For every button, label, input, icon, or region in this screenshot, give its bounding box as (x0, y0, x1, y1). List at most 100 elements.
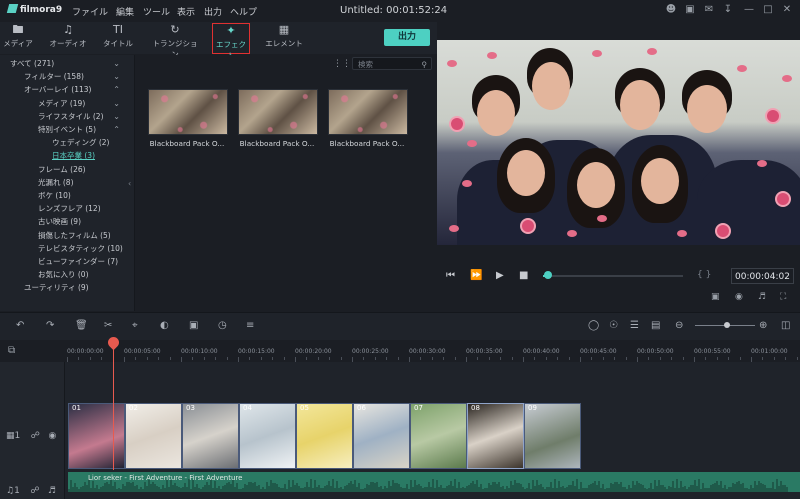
collapse-sidebar-icon[interactable]: ‹ (128, 179, 131, 188)
tab-elements[interactable]: ▦ エレメント (262, 24, 306, 49)
play-icon[interactable]: ▶ (496, 270, 504, 281)
fit-timeline-icon[interactable]: ▤ (651, 320, 660, 331)
mail-icon[interactable]: ✉ (703, 4, 715, 16)
sidebar-item-3[interactable]: メディア (19) ⌄ (0, 97, 134, 110)
effect-thumbnail-3[interactable] (328, 89, 408, 135)
undo-icon[interactable]: ↶ (16, 320, 24, 331)
ruler-tick (773, 357, 775, 360)
split-scissors-icon[interactable]: ✂ (104, 320, 112, 331)
chevron-icon[interactable]: ⌄ (113, 110, 120, 123)
account-icon[interactable]: ☻ (665, 4, 677, 16)
search-input[interactable]: 検索 ⚲ (352, 57, 432, 70)
ruler-tick (272, 357, 274, 360)
menu-file[interactable]: ファイル (72, 5, 108, 18)
snapshot-camera-icon[interactable]: ◉ (735, 292, 743, 302)
sidebar-item-label: メディア (19) (38, 98, 86, 108)
video-clip[interactable]: 08 (467, 403, 524, 469)
sidebar-item-13[interactable]: 損傷したフィルム (5) (0, 229, 134, 242)
maximize-icon[interactable]: □ (762, 4, 774, 16)
clip-number: 01 (72, 404, 81, 412)
ruler-tick (146, 357, 148, 360)
video-clip[interactable]: 07 (410, 403, 467, 469)
chevron-icon[interactable]: ⌃ (113, 83, 120, 96)
sidebar-item-5[interactable]: 特別イベント (5) ⌃ (0, 123, 134, 136)
render-preview-icon[interactable]: ▣ (711, 292, 720, 302)
video-clip[interactable]: 06 (353, 403, 410, 469)
video-clip[interactable]: 01 (68, 403, 125, 469)
menu-view[interactable]: 表示 (177, 5, 195, 18)
tab-titles[interactable]: T​I タイトル (96, 24, 140, 49)
eye-icon[interactable]: ◉ (48, 431, 56, 441)
add-track-icon[interactable]: ⧉ (8, 345, 15, 356)
menu-help[interactable]: ヘルプ (230, 5, 257, 18)
voiceover-mic-icon[interactable]: ☉ (609, 320, 618, 331)
sidebar-item-10[interactable]: ボケ (10) (0, 189, 134, 202)
volume-icon[interactable]: ♬ (758, 292, 766, 302)
delete-icon[interactable]: 🗑 (75, 320, 88, 331)
sidebar-item-9[interactable]: 光漏れ (8) (0, 176, 134, 189)
video-clip[interactable]: 02 (125, 403, 182, 469)
sidebar-item-8[interactable]: フレーム (26) (0, 163, 134, 176)
chevron-icon[interactable]: ⌄ (113, 57, 120, 70)
gift-icon[interactable]: ▣ (684, 4, 696, 16)
sidebar-item-11[interactable]: レンズフレア (12) (0, 202, 134, 215)
lock-icon[interactable]: ☍ (31, 431, 40, 441)
menu-tools[interactable]: ツール (143, 5, 170, 18)
ruler-tick (785, 357, 787, 360)
download-icon[interactable]: ↧ (722, 4, 734, 16)
marker-icon[interactable]: ◯ (588, 320, 599, 331)
playback-scrubber[interactable] (543, 275, 683, 277)
ruler-tick (169, 357, 171, 360)
chevron-icon[interactable]: ⌃ (113, 123, 120, 136)
sidebar-item-7[interactable]: 日本卒業 (3) (0, 149, 134, 162)
redo-icon[interactable]: ↷ (46, 320, 54, 331)
lock-icon[interactable]: ☍ (30, 486, 39, 496)
fullscreen-icon[interactable]: ⛶ (780, 292, 786, 302)
effect-thumbnail-1[interactable] (148, 89, 228, 135)
effect-label-1: Blackboard Pack O... (149, 139, 225, 148)
playhead-line[interactable] (113, 340, 114, 470)
video-clip[interactable]: 05 (296, 403, 353, 469)
audio-adjust-icon[interactable]: ≡ (246, 320, 254, 331)
zoom-out-icon[interactable]: ⊖ (675, 320, 683, 331)
menu-edit[interactable]: 編集 (116, 5, 134, 18)
export-button[interactable]: 出力 (384, 29, 430, 46)
stop-icon[interactable]: ■ (519, 270, 528, 281)
chevron-icon[interactable]: ⌄ (113, 97, 120, 110)
sidebar-item-14[interactable]: テレビスタティック (10) (0, 242, 134, 255)
sidebar-item-15[interactable]: ビューファインダー (7) (0, 255, 134, 268)
previous-frame-icon[interactable]: ⏮ (446, 270, 455, 281)
video-clip[interactable]: 04 (239, 403, 296, 469)
chevron-icon[interactable]: ⌄ (113, 70, 120, 83)
sidebar-item-1[interactable]: フィルター (158) ⌄ (0, 70, 134, 83)
green-screen-icon[interactable]: ▣ (189, 320, 198, 331)
video-clip[interactable]: 03 (182, 403, 239, 469)
menu-export[interactable]: 出力 (204, 5, 222, 18)
close-icon[interactable]: ✕ (781, 4, 793, 16)
zoom-in-icon[interactable]: ⊕ (759, 320, 767, 331)
speed-clock-icon[interactable]: ◷ (218, 320, 227, 331)
tab-effects[interactable]: ✦エフェクト (212, 23, 250, 63)
play-frame-icon[interactable]: ⏩ (470, 270, 482, 281)
sidebar-item-0[interactable]: すべて (271) ⌄ (0, 57, 134, 70)
tab-audio[interactable]: ♫ オーディオ (46, 24, 90, 49)
tab-media[interactable]: 🖿 メディア (0, 24, 40, 49)
sidebar-item-16[interactable]: お気に入り (0) (0, 268, 134, 281)
sidebar-item-17[interactable]: ユーティリティ (9) (0, 281, 134, 294)
sidebar-item-4[interactable]: ライフスタイル (2) ⌄ (0, 110, 134, 123)
effect-thumbnail-2[interactable] (238, 89, 318, 135)
layout-panels-icon[interactable]: ◫ (781, 320, 790, 331)
sidebar-item-2[interactable]: オーバーレイ (113) ⌃ (0, 83, 134, 96)
sidebar-item-6[interactable]: ウェディング (2) (0, 136, 134, 149)
video-clip[interactable]: 09 (524, 403, 581, 469)
sidebar-item-12[interactable]: 古い映画 (9) (0, 215, 134, 228)
zoom-slider-handle[interactable] (724, 322, 730, 328)
color-icon[interactable]: ◐ (160, 320, 169, 331)
audio-mixer-icon[interactable]: ☰ (630, 320, 639, 331)
speaker-icon[interactable]: ♬ (48, 486, 56, 496)
minimize-icon[interactable]: — (743, 4, 755, 16)
ruler-tick (203, 357, 205, 360)
mark-in-out-brackets[interactable]: { } (697, 270, 711, 280)
ruler-tick (625, 357, 627, 360)
crop-icon[interactable]: ⌖ (132, 320, 138, 331)
